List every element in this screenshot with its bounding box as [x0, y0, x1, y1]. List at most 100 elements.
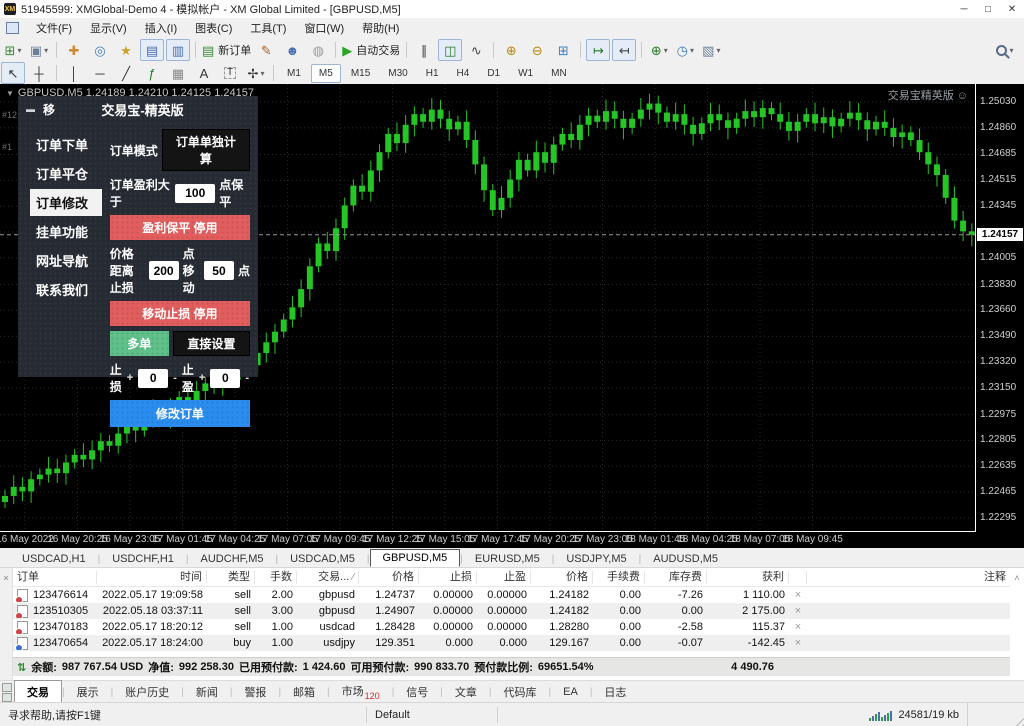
trail-distance-input[interactable]: [149, 261, 179, 280]
restore-button[interactable]: □: [976, 1, 1000, 18]
menu-item-4[interactable]: 工具(T): [241, 18, 295, 38]
community-button[interactable]: ◍: [306, 39, 330, 61]
order-row-0[interactable]: 1234766142022.05.17 19:09:58sell2.00gbpu…: [13, 587, 1010, 603]
autotrading-button[interactable]: ▶自动交易: [341, 39, 401, 61]
crosshair-button[interactable]: ┼: [27, 62, 51, 84]
candlestick-chart-button[interactable]: ◫: [438, 39, 462, 61]
terminal-tab-10[interactable]: EA: [551, 683, 590, 701]
terminal-tab-9[interactable]: 代码库: [492, 681, 549, 703]
chart-tab-audchf-m5[interactable]: AUDCHF,M5: [189, 551, 276, 567]
column-header-2[interactable]: 类型: [207, 571, 255, 584]
horizontal-line-button[interactable]: ─: [88, 62, 112, 84]
chart-tab-usdjpy-m5[interactable]: USDJPY,M5: [554, 551, 638, 567]
tile-windows-button[interactable]: ⊞: [551, 39, 575, 61]
indicators-button[interactable]: ⊕▾: [647, 39, 671, 61]
zoom-out-button[interactable]: ⊖: [525, 39, 549, 61]
tp-decrease-button[interactable]: -: [244, 372, 250, 384]
terminal-tab-0[interactable]: 交易: [14, 680, 62, 704]
chart-tab-usdcad-h1[interactable]: USDCAD,H1: [10, 551, 98, 567]
trend-line-button[interactable]: ╱: [114, 62, 138, 84]
zoom-in-button[interactable]: ⊕: [499, 39, 523, 61]
terminal-tab-4[interactable]: 警报: [232, 681, 278, 703]
new-order-button[interactable]: ▤新订单: [201, 39, 252, 61]
text-label-button[interactable]: T: [218, 62, 242, 84]
chart-tab-audusd-m5[interactable]: AUDUSD,M5: [641, 551, 730, 567]
auto-scroll-button[interactable]: ↦: [586, 39, 610, 61]
tp-increase-button[interactable]: +: [198, 372, 206, 384]
resize-grip[interactable]: [1011, 714, 1024, 726]
panel-menu-item-2[interactable]: 订单修改: [30, 189, 102, 216]
cursor-button[interactable]: ↖: [1, 62, 25, 84]
order-row-3[interactable]: 1234706542022.05.17 18:24:00buy1.00usdjp…: [13, 635, 1010, 651]
menu-item-1[interactable]: 显示(V): [81, 18, 136, 38]
chart-shift-button[interactable]: ↤: [612, 39, 636, 61]
column-header-1[interactable]: 时间: [97, 571, 207, 584]
periods-button[interactable]: ◷▾: [673, 39, 697, 61]
new-chart-button[interactable]: ⊞▾: [1, 39, 25, 61]
fibonacci-button[interactable]: ƒ: [140, 62, 164, 84]
menu-item-3[interactable]: 图表(C): [186, 18, 241, 38]
column-header-12[interactable]: 注释: [807, 571, 1010, 584]
chart-tab-usdchf-h1[interactable]: USDCHF,H1: [100, 551, 186, 567]
panel-collapse-button[interactable]: ▬: [26, 104, 35, 114]
market-watch-button[interactable]: ✚: [62, 39, 86, 61]
drawing-grid-button[interactable]: ▦: [166, 62, 190, 84]
navigator-button[interactable]: ▤: [140, 39, 164, 61]
minimize-button[interactable]: ─: [952, 1, 976, 18]
sl-increase-button[interactable]: +: [126, 372, 134, 384]
timeframe-mn-button[interactable]: MN: [543, 64, 575, 83]
close-order-button[interactable]: ×: [789, 589, 807, 601]
column-header-6[interactable]: 止损: [419, 571, 477, 584]
timeframe-d1-button[interactable]: D1: [479, 64, 508, 83]
chevron-down-icon[interactable]: ▼: [6, 89, 14, 98]
status-profile[interactable]: Default: [367, 709, 497, 721]
chart-tab-gbpusd-m5[interactable]: GBPUSD,M5: [370, 549, 461, 567]
terminal-tab-3[interactable]: 新闻: [184, 681, 230, 703]
terminal-button[interactable]: ▥: [166, 39, 190, 61]
timeframe-m30-button[interactable]: M30: [380, 64, 415, 83]
chart-tab-eurusd-m5[interactable]: EURUSD,M5: [463, 551, 552, 567]
column-header-3[interactable]: 手数: [255, 571, 297, 584]
close-order-button[interactable]: ×: [789, 621, 807, 633]
chart-area[interactable]: ▼GBPUSD,M5 1.24189 1.24210 1.24125 1.241…: [0, 84, 1024, 548]
price-axis[interactable]: 1.24157 1.250301.248601.246851.245151.24…: [975, 84, 1024, 532]
data-window-button[interactable]: ◎: [88, 39, 112, 61]
vertical-line-button[interactable]: │: [62, 62, 86, 84]
column-header-8[interactable]: 价格: [531, 571, 593, 584]
profiles-button[interactable]: ▣▾: [27, 39, 51, 61]
terminal-tab-7[interactable]: 信号: [394, 681, 440, 703]
trailing-stop-toggle-button[interactable]: 移动止损 停用: [110, 301, 250, 326]
timeframe-m1-button[interactable]: M1: [279, 64, 309, 83]
timeframe-m15-button[interactable]: M15: [343, 64, 378, 83]
panel-menu-item-3[interactable]: 挂单功能: [30, 218, 102, 245]
direct-setup-button[interactable]: 直接设置: [173, 331, 250, 356]
column-header-4[interactable]: 交易...∕: [297, 571, 359, 584]
scroll-up-icon[interactable]: ˄: [1014, 573, 1019, 583]
sl-decrease-button[interactable]: -: [172, 372, 178, 384]
column-header-0[interactable]: 订单: [13, 571, 97, 584]
menu-item-5[interactable]: 窗口(W): [295, 18, 353, 38]
menu-item-0[interactable]: 文件(F): [27, 18, 81, 38]
menu-item-6[interactable]: 帮助(H): [353, 18, 408, 38]
close-order-button[interactable]: ×: [789, 605, 807, 617]
timeframe-w1-button[interactable]: W1: [510, 64, 541, 83]
column-header-11[interactable]: 获利: [707, 571, 789, 584]
take-profit-input[interactable]: [210, 369, 240, 388]
order-row-1[interactable]: 1235103052022.05.18 03:37:11sell3.00gbpu…: [13, 603, 1010, 619]
bar-chart-button[interactable]: ∥: [412, 39, 436, 61]
history-center-button[interactable]: ★: [114, 39, 138, 61]
buy-orders-button[interactable]: 多单: [110, 331, 169, 356]
panel-menu-item-1[interactable]: 订单平仓: [30, 160, 102, 187]
metaeditor-button[interactable]: ☻: [280, 39, 304, 61]
column-header-5[interactable]: 价格: [359, 571, 419, 584]
text-button[interactable]: A: [192, 62, 216, 84]
terminal-tab-6[interactable]: 市场120: [330, 680, 392, 703]
order-mode-button[interactable]: 订单单独计算: [162, 129, 250, 171]
terminal-tab-1[interactable]: 展示: [65, 681, 111, 703]
arrows-button[interactable]: ✢▾: [244, 62, 268, 84]
modify-order-button[interactable]: 修改订单: [110, 400, 250, 427]
stop-loss-input[interactable]: [138, 369, 168, 388]
search-button[interactable]: ▾: [993, 39, 1017, 61]
terminal-tab-11[interactable]: 日志: [592, 681, 638, 703]
chart-tab-usdcad-m5[interactable]: USDCAD,M5: [278, 551, 367, 567]
